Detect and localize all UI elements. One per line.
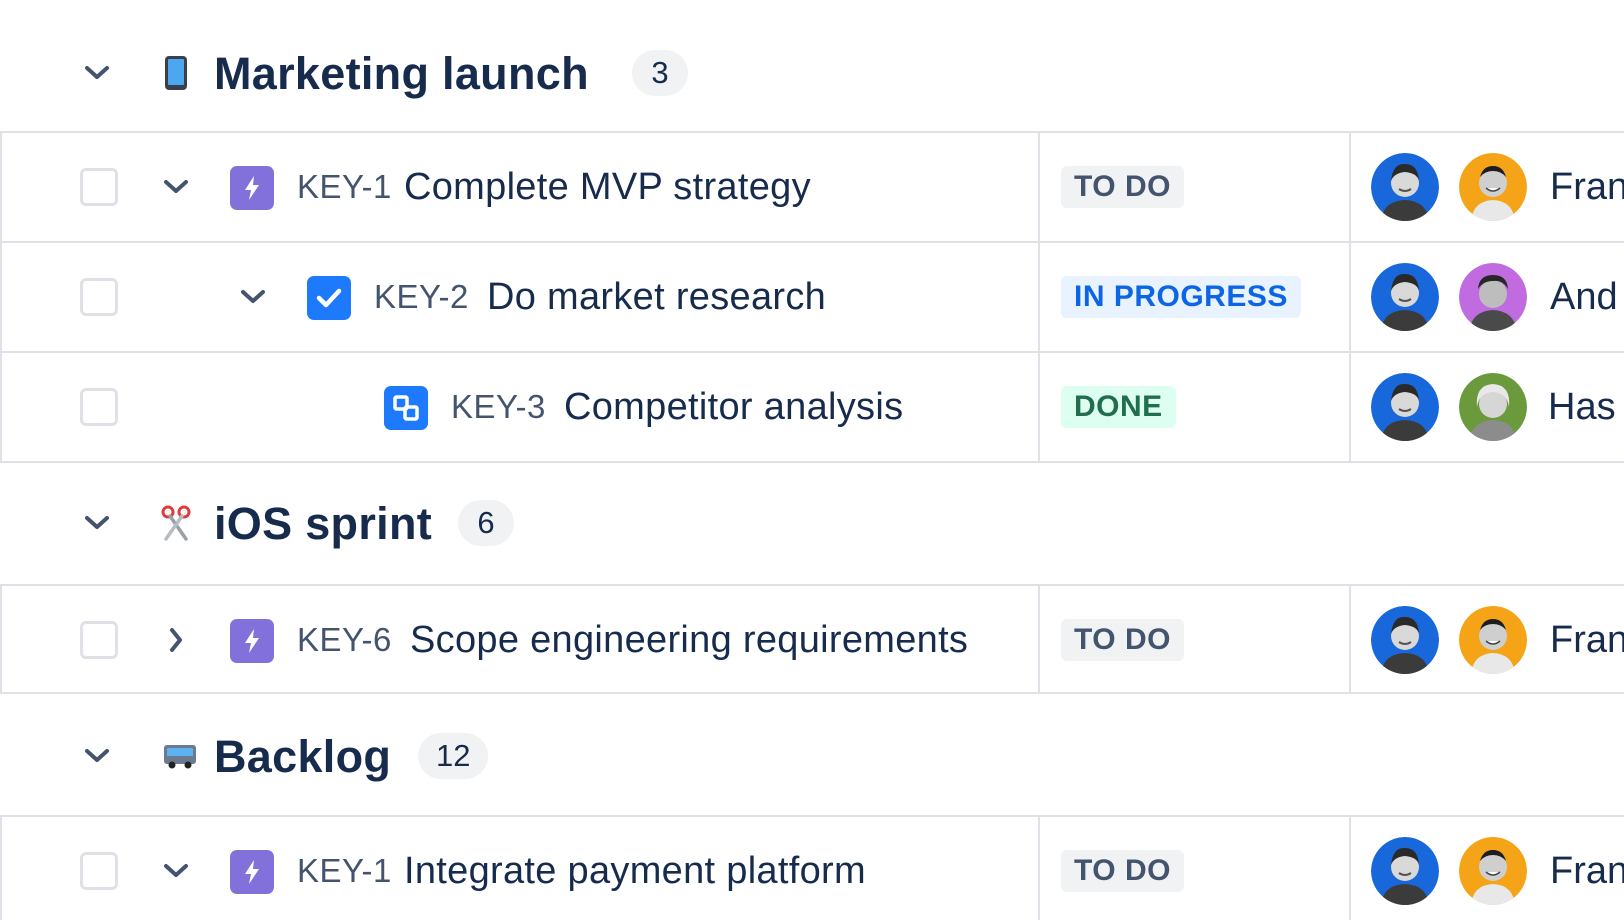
row-border: [0, 353, 2, 461]
avatar[interactable]: [1459, 837, 1527, 905]
chevron-down-icon[interactable]: [82, 508, 112, 538]
assignee-name: And: [1550, 276, 1618, 318]
avatar[interactable]: [1459, 373, 1527, 441]
chevron-down-icon[interactable]: [161, 172, 191, 202]
issue-key[interactable]: KEY-6: [297, 620, 392, 660]
chevron-right-icon[interactable]: [161, 625, 191, 655]
avatar[interactable]: [1459, 153, 1527, 221]
avatar[interactable]: [1371, 837, 1439, 905]
row-checkbox[interactable]: [80, 852, 118, 890]
row-border: [0, 817, 2, 920]
group-title: Backlog: [214, 730, 392, 782]
column-divider: [1349, 243, 1351, 351]
group-count-badge: 3: [632, 50, 688, 96]
avatar[interactable]: [1371, 373, 1439, 441]
avatar[interactable]: [1371, 153, 1439, 221]
status-badge[interactable]: TO DO: [1061, 166, 1184, 208]
bus-icon: [160, 736, 200, 776]
group-header-ios-sprint: iOS sprint 6: [0, 468, 1624, 578]
status-badge[interactable]: TO DO: [1061, 619, 1184, 661]
column-divider: [1038, 133, 1040, 241]
chevron-down-icon[interactable]: [238, 282, 268, 312]
avatar[interactable]: [1371, 606, 1439, 674]
row-checkbox[interactable]: [80, 621, 118, 659]
epic-icon: [230, 619, 274, 663]
column-divider: [1349, 133, 1351, 241]
issue-board: Marketing launch 3 KEY-1 Complete MVP st…: [0, 0, 1624, 920]
column-divider: [1038, 586, 1040, 692]
avatar[interactable]: [1459, 263, 1527, 331]
row-border: [0, 586, 2, 692]
issue-key[interactable]: KEY-3: [451, 387, 546, 427]
table-row[interactable]: KEY-1 Integrate payment platform TO DO F…: [0, 815, 1624, 920]
group-header-marketing-launch: Marketing launch 3: [0, 18, 1624, 128]
group-header-backlog: Backlog 12: [0, 701, 1624, 811]
group-title: Marketing launch: [214, 47, 589, 99]
issue-summary[interactable]: Integrate payment platform: [404, 850, 866, 892]
subtask-icon: [384, 386, 428, 430]
assignee-name: Fran: [1550, 850, 1624, 892]
table-row[interactable]: KEY-6 Scope engineering requirements TO …: [0, 584, 1624, 694]
row-checkbox[interactable]: [80, 388, 118, 426]
column-divider: [1349, 353, 1351, 461]
mobile-phone-icon: [160, 53, 192, 93]
issue-key[interactable]: KEY-2: [374, 277, 469, 317]
column-divider: [1038, 243, 1040, 351]
row-border: [0, 133, 2, 241]
column-divider: [1349, 817, 1351, 920]
table-row[interactable]: KEY-1 Complete MVP strategy TO DO Fran: [0, 131, 1624, 241]
group-count-badge: 12: [418, 733, 489, 779]
group-count-badge: 6: [458, 500, 514, 546]
row-checkbox[interactable]: [80, 168, 118, 206]
issue-key[interactable]: KEY-1: [297, 167, 392, 207]
group-title: iOS sprint: [214, 497, 433, 549]
status-badge[interactable]: IN PROGRESS: [1061, 276, 1301, 318]
chevron-down-icon[interactable]: [82, 58, 112, 88]
chevron-down-icon[interactable]: [161, 856, 191, 886]
table-row[interactable]: KEY-2 Do market research IN PROGRESS And: [0, 241, 1624, 351]
status-badge[interactable]: TO DO: [1061, 850, 1184, 892]
table-row[interactable]: KEY-3 Competitor analysis DONE Has: [0, 351, 1624, 463]
column-divider: [1038, 353, 1040, 461]
scissors-icon: [160, 503, 192, 543]
row-border: [0, 243, 2, 351]
column-divider: [1349, 586, 1351, 692]
assignee-name: Has: [1548, 386, 1616, 428]
assignee-name: Fran: [1550, 619, 1624, 661]
issue-summary[interactable]: Do market research: [487, 276, 826, 318]
status-badge[interactable]: DONE: [1061, 386, 1176, 428]
issue-summary[interactable]: Competitor analysis: [564, 386, 903, 428]
column-divider: [1038, 817, 1040, 920]
row-checkbox[interactable]: [80, 278, 118, 316]
avatar[interactable]: [1459, 606, 1527, 674]
chevron-down-icon[interactable]: [82, 741, 112, 771]
epic-icon: [230, 166, 274, 210]
assignee-name: Fran: [1550, 166, 1624, 208]
issue-summary[interactable]: Scope engineering requirements: [410, 619, 968, 661]
task-checkbox-icon: [307, 276, 351, 320]
epic-icon: [230, 850, 274, 894]
issue-key[interactable]: KEY-1: [297, 851, 392, 891]
issue-summary[interactable]: Complete MVP strategy: [404, 166, 811, 208]
avatar[interactable]: [1371, 263, 1439, 331]
